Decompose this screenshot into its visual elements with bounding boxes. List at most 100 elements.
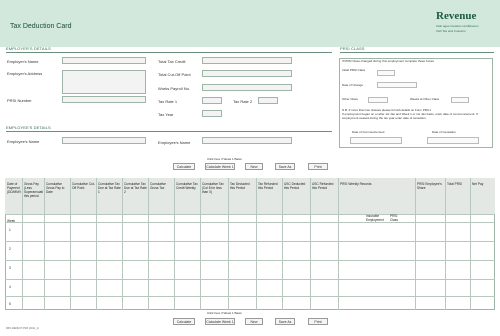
prsi-number-input[interactable]: [62, 96, 146, 103]
revenue-logo: Revenue: [436, 10, 477, 22]
insurable-employment-label: Insurable Employment: [366, 214, 384, 222]
row-divider: [5, 222, 495, 223]
save-as-button[interactable]: Save As: [275, 163, 295, 170]
column-header: Net Pay: [472, 182, 484, 186]
date-of-commencement-input[interactable]: [350, 137, 402, 144]
prsi-class-heading: PRSI CLASS: [340, 46, 365, 51]
employers-address-input[interactable]: [62, 70, 146, 94]
column-header: Tax Refunded this Period: [258, 182, 278, 190]
row-divider: [5, 279, 495, 280]
column-divider: [256, 178, 257, 310]
employee-details-heading: EMPLOYEE'S DETAILS: [6, 125, 51, 130]
tax-rate-2-label: Tax Rate 2: [233, 99, 253, 104]
weeks-other-class-label: Weeks at Other Class: [410, 97, 440, 101]
tax-rate-1-label: Tax Rate 1: [158, 99, 178, 104]
new-button[interactable]: New: [245, 163, 263, 170]
column-divider: [96, 178, 97, 310]
column-header: Cumulative Cut-Off Point: [72, 182, 95, 190]
calculate-button-bottom[interactable]: Calculate: [173, 318, 195, 325]
total-cutoff-label: Total Cut-Off Point: [158, 72, 191, 77]
table-row-number: 2: [9, 247, 11, 251]
employees-name-input-2[interactable]: [202, 137, 292, 144]
prsi-number-label: PRSI Number: [7, 98, 32, 103]
divider: [6, 131, 332, 132]
date-of-commencement-label: Date of Commencement: [352, 130, 385, 134]
other-class-input[interactable]: [368, 97, 388, 103]
prsi-change-note: If PRSI Class changed during this employ…: [342, 59, 435, 63]
initial-prsi-class-input[interactable]: [377, 70, 395, 76]
column-divider: [22, 178, 23, 310]
total-cutoff-input[interactable]: [202, 70, 292, 77]
column-header: PRSI Employee's Share: [417, 182, 442, 190]
column-header: Cumulative Tax Due at Tax Rate 2: [124, 182, 147, 194]
column-divider: [445, 178, 446, 310]
employer-details-heading: EMPLOYER'S DETAILS: [6, 46, 51, 51]
works-payroll-label: Works Payroll No.: [158, 86, 190, 91]
column-divider: [174, 178, 175, 310]
tax-rate-2-input[interactable]: [258, 97, 278, 104]
column-divider: [282, 178, 283, 310]
prsi-class-col-label: PRSI Class: [390, 214, 398, 222]
table-row-number: 3: [9, 266, 11, 270]
print-button-bottom[interactable]: Print: [308, 318, 328, 325]
other-class-label: Other Class: [342, 97, 358, 101]
header-banner: [0, 0, 500, 47]
column-header: Tax Deducted this Period: [230, 182, 250, 190]
column-divider: [338, 178, 339, 310]
column-header: Cumulative Tax Due at Tax Rate 1: [98, 182, 121, 194]
calculate-week1-button-bottom[interactable]: Calculate Week 1: [205, 318, 235, 325]
row-divider: [5, 296, 495, 297]
divider: [6, 52, 332, 53]
week1-click-note-bottom: Click here if Week 1 Basis: [207, 311, 242, 315]
employees-name-input[interactable]: [62, 137, 146, 144]
column-divider: [228, 178, 229, 310]
print-button[interactable]: Print: [308, 163, 328, 170]
table-row-number: 5: [9, 302, 11, 306]
initial-prsi-class-label: Initial PRSI Class: [342, 68, 366, 72]
tax-year-input[interactable]: [202, 110, 222, 117]
column-divider: [310, 178, 311, 310]
employees-name-label-2: Employee's Name: [158, 140, 191, 145]
calculate-week1-button[interactable]: Calculate Week 1: [205, 163, 235, 170]
total-tax-credit-input[interactable]: [202, 57, 292, 64]
table-row-number: 1: [9, 228, 11, 232]
column-header: Date of Payment (DD/MM/YY): [7, 182, 21, 194]
calculate-button[interactable]: Calculate: [173, 163, 195, 170]
column-divider: [70, 178, 71, 310]
tax-rate-1-input[interactable]: [202, 97, 222, 104]
column-header: Cumulative Gross Pay to Date: [46, 182, 65, 194]
works-payroll-input[interactable]: [202, 84, 292, 91]
commencement-note: If employment began on or after 1st Jan …: [342, 113, 478, 120]
week1-click-note: Click here if Week 1 Basis: [207, 157, 242, 161]
column-divider: [200, 178, 201, 310]
week-label: Week: [7, 219, 16, 223]
tax-year-label: Tax Year: [158, 112, 174, 117]
row-divider: [5, 214, 495, 215]
column-header: USC Refunded this Period: [312, 182, 334, 190]
employers-address-label: Employer's Address: [7, 71, 43, 76]
weeks-other-class-input[interactable]: [451, 97, 469, 103]
date-of-change-input[interactable]: [377, 82, 417, 88]
new-button-bottom[interactable]: New: [245, 318, 263, 325]
date-of-cessation-label: Date of Cessation: [432, 130, 456, 134]
logo-subtitle-2: Irish Tax and Customs: [436, 29, 466, 33]
date-of-cessation-input[interactable]: [427, 137, 479, 144]
employers-name-label: Employer's Name: [7, 59, 39, 64]
table-row-number: 4: [9, 285, 11, 289]
employers-name-input[interactable]: [62, 57, 146, 64]
column-divider: [148, 178, 149, 310]
column-divider: [122, 178, 123, 310]
row-divider: [5, 241, 495, 242]
employees-name-label: Employee's Name: [7, 139, 40, 144]
logo-subtitle: Cáin agus Custaim na hÉireann: [436, 24, 479, 28]
column-header: Cumulative Tax (Col 8 for less than 0): [202, 182, 224, 194]
column-header: Cumulative Tax Credit Weekly: [176, 182, 198, 190]
page-title: Tax Deduction Card: [10, 23, 72, 30]
column-header: USC Deducted this Period: [284, 182, 306, 190]
footer-code: RPC-DEDUCT-PDF (2011_1): [6, 327, 39, 330]
column-divider: [470, 178, 471, 310]
row-divider: [5, 260, 495, 261]
column-divider: [415, 178, 416, 310]
total-tax-credit-label: Total Tax Credit: [158, 59, 186, 64]
save-as-button-bottom[interactable]: Save As: [275, 318, 295, 325]
